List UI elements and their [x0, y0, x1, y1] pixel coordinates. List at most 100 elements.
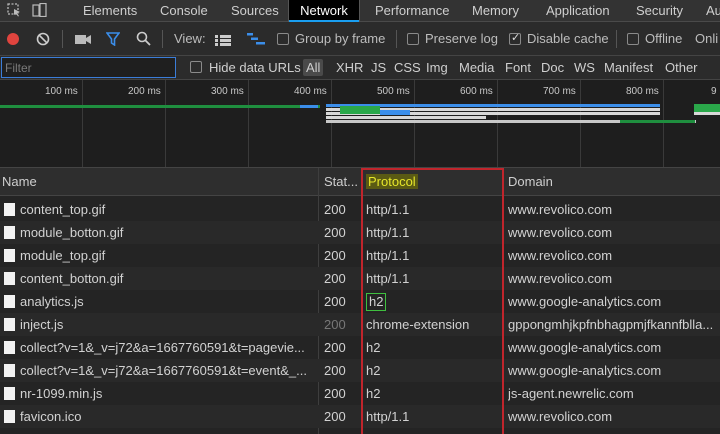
- inspect-element-icon[interactable]: [7, 3, 22, 17]
- table-row[interactable]: content_top.gif 200 http/1.1 www.revolico.c…: [0, 198, 720, 221]
- request-domain: www.revolico.com: [508, 409, 613, 424]
- waterfall-overview-icon[interactable]: [247, 32, 265, 49]
- timeline-gridline: [165, 80, 166, 167]
- filter-type-all[interactable]: All: [303, 59, 324, 76]
- tab-performance[interactable]: Performance: [375, 0, 449, 22]
- request-protocol: h2: [366, 359, 500, 382]
- column-header-protocol[interactable]: Protocol: [364, 168, 418, 196]
- protocol-value: h2: [366, 386, 381, 401]
- column-header-name[interactable]: Name: [0, 168, 37, 196]
- request-name[interactable]: module_top.gif: [20, 244, 316, 267]
- filter-type-js[interactable]: JS: [371, 60, 386, 75]
- table-row[interactable]: favicon.ico 200 http/1.1 www.revolico.com: [0, 405, 720, 428]
- column-header-status[interactable]: Stat...: [322, 168, 358, 196]
- waterfall-bar: [300, 105, 318, 108]
- request-domain: www.revolico.com: [508, 248, 613, 263]
- record-icon[interactable]: [6, 32, 20, 49]
- timeline-tick-label: 600 ms: [460, 86, 493, 97]
- timeline-tick-label: 400 ms: [294, 86, 327, 97]
- timeline-gridline: [580, 80, 581, 167]
- table-row[interactable]: content_botton.gif 200 http/1.1 www.revolic…: [0, 267, 720, 290]
- tab-application[interactable]: Application: [546, 0, 610, 22]
- filter-input[interactable]: [1, 57, 176, 78]
- filter-type-manifest[interactable]: Manifest: [604, 60, 653, 75]
- tab-security[interactable]: Security: [636, 0, 683, 22]
- screenshot-camera-icon[interactable]: [75, 33, 91, 48]
- protocol-value: chrome-extension: [366, 317, 470, 332]
- devtools-tab-bar: Elements Console Sources Network Perform…: [0, 0, 720, 22]
- tab-console[interactable]: Console: [160, 0, 208, 22]
- request-status: 200: [324, 271, 346, 286]
- request-protocol: h2: [366, 336, 500, 359]
- tab-memory[interactable]: Memory: [472, 0, 519, 22]
- protocol-header-label: Protocol: [366, 174, 418, 189]
- request-domain: www.google-analytics.com: [508, 363, 662, 378]
- request-name[interactable]: nr-1099.min.js: [20, 382, 316, 405]
- table-row[interactable]: collect?v=1&_v=j72&a=1667760591&t=event&…: [0, 359, 720, 382]
- protocol-value: http/1.1: [366, 271, 410, 286]
- search-icon[interactable]: [136, 31, 151, 49]
- filter-type-xhr[interactable]: XHR: [336, 60, 363, 75]
- filter-type-media[interactable]: Media: [459, 60, 494, 75]
- group-by-frame-checkbox[interactable]: [277, 33, 289, 45]
- table-row[interactable]: inject.js 200 chrome-extension gppongmhjkpf…: [0, 313, 720, 336]
- large-request-rows-icon[interactable]: [215, 34, 231, 49]
- filter-type-img[interactable]: Img: [426, 60, 448, 75]
- hide-data-urls-checkbox[interactable]: [190, 61, 202, 73]
- request-name[interactable]: favicon.ico: [20, 405, 316, 428]
- column-header-domain[interactable]: Domain: [506, 168, 553, 196]
- online-throttle-select[interactable]: Onli: [695, 31, 718, 46]
- request-protocol: h2: [366, 382, 500, 405]
- file-icon: [4, 203, 15, 216]
- table-row[interactable]: collect?v=1&_v=j72&a=1667760591&t=pagevi…: [0, 336, 720, 359]
- filter-type-doc[interactable]: Doc: [541, 60, 564, 75]
- filter-bar: Hide data URLs All XHR JS CSS Img Media …: [0, 56, 720, 80]
- tab-audits[interactable]: Au: [706, 0, 720, 22]
- request-name[interactable]: inject.js: [20, 313, 316, 336]
- request-protocol: http/1.1: [366, 244, 500, 267]
- request-name[interactable]: content_top.gif: [20, 198, 316, 221]
- file-icon: [4, 318, 15, 331]
- table-row[interactable]: module_botton.gif 200 http/1.1 www.revolico…: [0, 221, 720, 244]
- protocol-value: http/1.1: [366, 225, 410, 240]
- filter-type-css[interactable]: CSS: [394, 60, 421, 75]
- request-status: 200: [324, 317, 346, 332]
- offline-checkbox[interactable]: [627, 33, 639, 45]
- view-label: View:: [174, 31, 206, 46]
- tab-sources[interactable]: Sources: [231, 0, 279, 22]
- filter-type-ws[interactable]: WS: [574, 60, 595, 75]
- request-name[interactable]: collect?v=1&_v=j72&a=1667760591&t=event&…: [20, 359, 316, 382]
- preserve-log-label: Preserve log: [425, 31, 498, 46]
- request-name[interactable]: content_botton.gif: [20, 267, 316, 290]
- table-header: Name Stat... Protocol Domain: [0, 168, 720, 196]
- request-protocol: http/1.1: [366, 221, 500, 244]
- table-row[interactable]: analytics.js 200 h2 www.google-analytics.co…: [0, 290, 720, 313]
- tab-network[interactable]: Network: [288, 0, 360, 22]
- request-domain: js-agent.newrelic.com: [508, 386, 634, 401]
- file-icon: [4, 387, 15, 400]
- file-icon: [4, 272, 15, 285]
- request-protocol: http/1.1: [366, 198, 500, 221]
- timeline-tick-label: 700 ms: [543, 86, 576, 97]
- protocol-value: http/1.1: [366, 202, 410, 217]
- timeline-overview[interactable]: 100 ms 200 ms 300 ms 400 ms 500 ms 600 m…: [0, 80, 720, 168]
- filter-type-font[interactable]: Font: [505, 60, 531, 75]
- request-protocol: http/1.1: [366, 405, 500, 428]
- tab-elements[interactable]: Elements: [83, 0, 137, 22]
- device-toolbar-icon[interactable]: [32, 2, 47, 18]
- request-name[interactable]: collect?v=1&_v=j72&a=1667760591&t=pagevi…: [20, 336, 316, 359]
- disable-cache-checkbox[interactable]: [509, 31, 521, 45]
- protocol-value: h2: [366, 363, 381, 378]
- request-name[interactable]: module_botton.gif: [20, 221, 316, 244]
- timeline-gridline: [414, 80, 415, 167]
- request-name[interactable]: analytics.js: [20, 290, 316, 313]
- request-domain: www.google-analytics.com: [508, 340, 662, 355]
- request-status: 200: [324, 202, 346, 217]
- preserve-log-checkbox[interactable]: [407, 33, 419, 45]
- filter-type-other[interactable]: Other: [665, 60, 698, 75]
- clear-icon[interactable]: [36, 32, 50, 49]
- table-row[interactable]: module_top.gif 200 http/1.1 www.revolico.co…: [0, 244, 720, 267]
- table-row[interactable]: nr-1099.min.js 200 h2 js-agent.newrelic.com: [0, 382, 720, 405]
- request-status: 200: [324, 386, 346, 401]
- filter-funnel-icon[interactable]: [105, 32, 121, 49]
